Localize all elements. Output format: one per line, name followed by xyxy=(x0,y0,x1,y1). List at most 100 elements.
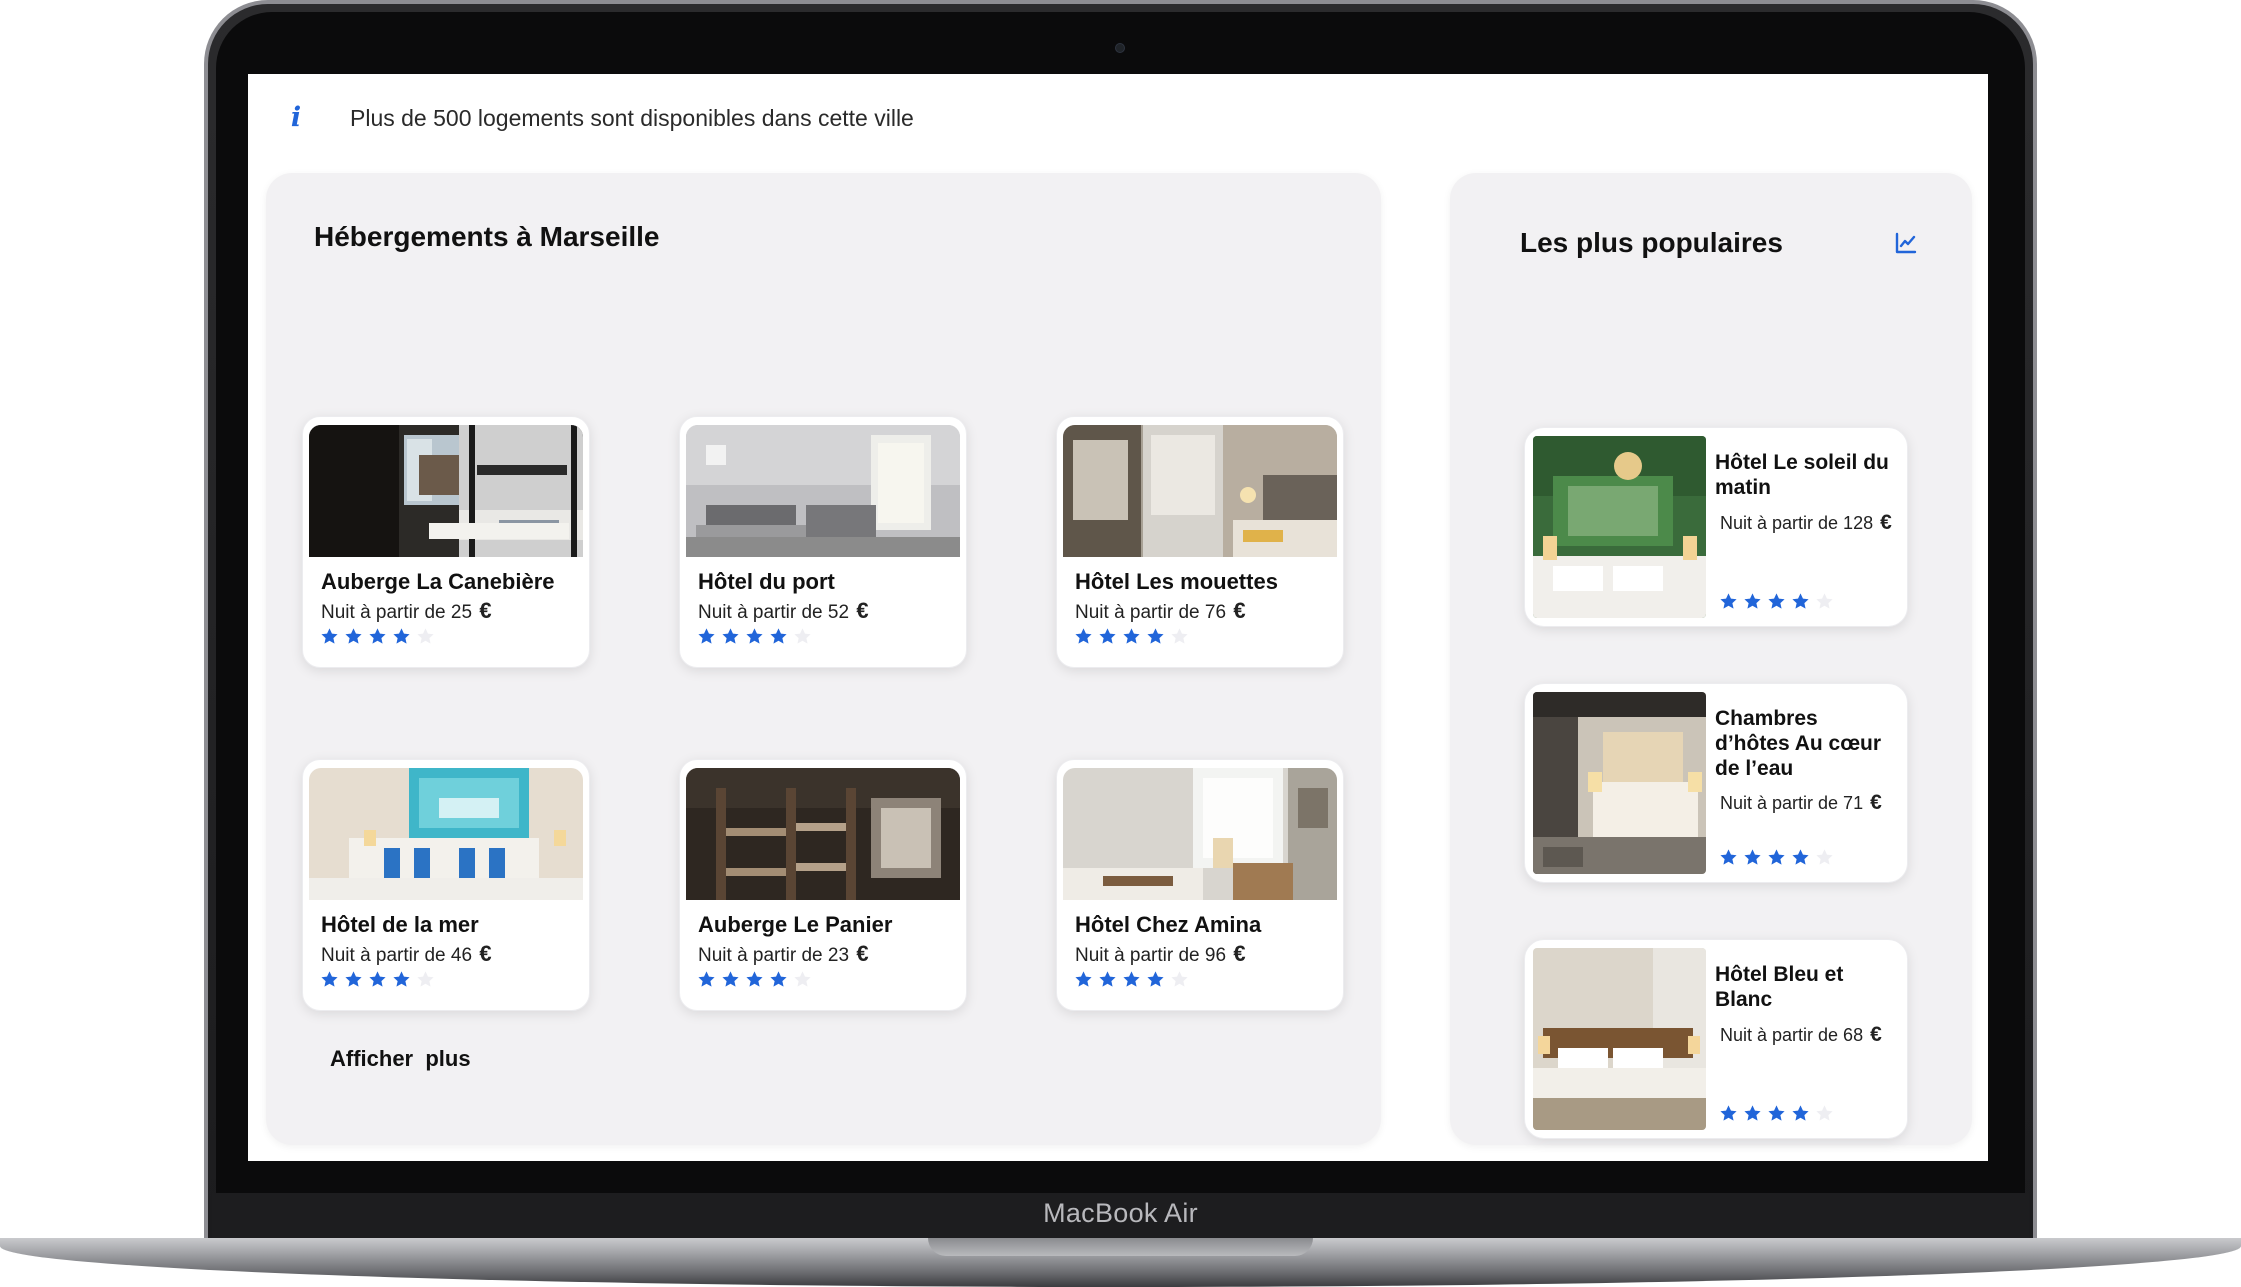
popular-title: Les plus populaires xyxy=(1520,227,1783,258)
star-filled-icon xyxy=(369,971,386,987)
star-filled-icon xyxy=(1792,849,1809,865)
hotel-name: Hôtel de la mer xyxy=(321,912,479,937)
hotel-name: Hôtel Bleu et Blanc xyxy=(1715,963,1844,1011)
star-filled-icon xyxy=(1792,593,1809,609)
star-filled-icon xyxy=(1123,971,1140,987)
star-filled-icon xyxy=(1720,1105,1737,1121)
show-more-button[interactable]: Afficher plus xyxy=(330,1044,471,1074)
info-banner: i Plus de 500 logements sont disponibles… xyxy=(248,74,1988,174)
rating-stars xyxy=(697,970,812,989)
hotel-name: Hôtel Les mouettes xyxy=(1075,569,1278,594)
star-filled-icon xyxy=(1792,1105,1809,1121)
rating-stars xyxy=(697,627,812,646)
star-filled-icon xyxy=(722,628,739,644)
rating-stars xyxy=(1074,970,1189,989)
star-filled-icon xyxy=(1099,628,1116,644)
hotel-name: Auberge Le Panier xyxy=(698,912,893,937)
hotel-card[interactable]: Hôtel Chez Amina Nuit à partir de 96 € xyxy=(1056,759,1344,1011)
star-filled-icon xyxy=(722,971,739,987)
star-filled-icon xyxy=(1720,849,1737,865)
star-filled-icon xyxy=(746,628,763,644)
popular-hotel-card[interactable]: Hôtel Le soleil du matin Nuit à partir d… xyxy=(1524,427,1908,627)
hotel-card[interactable]: Auberge Le Panier Nuit à partir de 23 € xyxy=(679,759,967,1011)
device-label: MacBook Air xyxy=(1043,1198,1198,1228)
hotel-photo xyxy=(309,425,583,557)
hotel-card[interactable]: Hôtel Les mouettes Nuit à partir de 76 € xyxy=(1056,416,1344,668)
hotel-card[interactable]: Auberge La Canebière Nuit à partir de 25… xyxy=(302,416,590,668)
hotel-photo xyxy=(686,768,960,900)
hotel-name: Hôtel Chez Amina xyxy=(1075,912,1262,937)
hotel-photo xyxy=(1533,948,1706,1130)
hotel-price: Nuit à partir de 68 € xyxy=(1720,1023,1882,1046)
star-filled-icon xyxy=(321,628,338,644)
info-banner-text: Plus de 500 logements sont disponibles d… xyxy=(350,105,914,131)
star-empty-icon xyxy=(1816,1105,1833,1121)
hotel-name: Hôtel du port xyxy=(698,569,835,594)
hotel-price: Nuit à partir de 46 € xyxy=(321,941,492,966)
hotel-price: Nuit à partir de 96 € xyxy=(1075,941,1246,966)
star-empty-icon xyxy=(417,971,434,987)
star-filled-icon xyxy=(698,628,715,644)
star-filled-icon xyxy=(321,971,338,987)
hotel-price: Nuit à partir de 128 € xyxy=(1720,511,1892,534)
star-filled-icon xyxy=(345,971,362,987)
star-filled-icon xyxy=(1147,971,1164,987)
listing-title: Hébergements à Marseille xyxy=(314,221,660,252)
hotel-price: Nuit à partir de 23 € xyxy=(698,941,869,966)
camera-icon xyxy=(1115,43,1125,53)
hotel-photo xyxy=(1063,768,1337,900)
star-filled-icon xyxy=(1123,628,1140,644)
hotel-name: Hôtel Le soleil du matin xyxy=(1715,451,1889,499)
star-filled-icon xyxy=(1744,593,1761,609)
rating-stars xyxy=(320,627,435,646)
hotel-price: Nuit à partir de 71 € xyxy=(1720,791,1882,814)
hotel-photo xyxy=(309,768,583,900)
hotel-photo xyxy=(686,425,960,557)
hotel-card[interactable]: Hôtel de la mer Nuit à partir de 46 € xyxy=(302,759,590,1011)
hotel-photo xyxy=(1063,425,1337,557)
popular-panel: Les plus populaires Hôtel Le soleil du m… xyxy=(1450,173,1972,1145)
hotel-photo xyxy=(1533,692,1706,874)
popular-hotel-card[interactable]: Hôtel Bleu et Blanc Nuit à partir de 68 … xyxy=(1524,939,1908,1139)
hotel-photo xyxy=(1533,436,1706,618)
star-filled-icon xyxy=(1768,849,1785,865)
hotel-card[interactable]: Hôtel du port Nuit à partir de 52 € xyxy=(679,416,967,668)
star-empty-icon xyxy=(1816,593,1833,609)
star-filled-icon xyxy=(1147,628,1164,644)
hotel-price: Nuit à partir de 25 € xyxy=(321,598,492,623)
app-screen: i Plus de 500 logements sont disponibles… xyxy=(248,74,1988,1161)
laptop-notch xyxy=(928,1238,1313,1256)
rating-stars xyxy=(1719,1104,1834,1123)
rating-stars xyxy=(1719,592,1834,611)
trend-chart-icon[interactable] xyxy=(1894,231,1918,255)
star-filled-icon xyxy=(1768,1105,1785,1121)
rating-stars xyxy=(320,970,435,989)
star-filled-icon xyxy=(393,971,410,987)
star-filled-icon xyxy=(1768,593,1785,609)
info-icon: i xyxy=(290,102,302,133)
star-filled-icon xyxy=(345,628,362,644)
star-filled-icon xyxy=(1099,971,1116,987)
star-filled-icon xyxy=(393,628,410,644)
listing-panel: Hébergements à Marseille Auberge La Cane… xyxy=(266,173,1381,1145)
star-filled-icon xyxy=(1744,1105,1761,1121)
star-empty-icon xyxy=(794,628,811,644)
rating-stars xyxy=(1074,627,1189,646)
star-filled-icon xyxy=(1720,593,1737,609)
hotel-name: Auberge La Canebière xyxy=(321,569,555,594)
popular-hotel-card[interactable]: Chambres d’hôtes Au cœur de l’eau Nuit à… xyxy=(1524,683,1908,883)
star-empty-icon xyxy=(794,971,811,987)
star-filled-icon xyxy=(1744,849,1761,865)
star-empty-icon xyxy=(1171,628,1188,644)
hotel-price: Nuit à partir de 52 € xyxy=(698,598,869,623)
star-filled-icon xyxy=(770,628,787,644)
star-empty-icon xyxy=(417,628,434,644)
star-filled-icon xyxy=(1075,971,1092,987)
star-filled-icon xyxy=(770,971,787,987)
star-empty-icon xyxy=(1816,849,1833,865)
hotel-name: Chambres d’hôtes Au cœur de l’eau xyxy=(1715,707,1882,780)
rating-stars xyxy=(1719,848,1834,867)
star-empty-icon xyxy=(1171,971,1188,987)
star-filled-icon xyxy=(1075,628,1092,644)
hotel-price: Nuit à partir de 76 € xyxy=(1075,598,1246,623)
